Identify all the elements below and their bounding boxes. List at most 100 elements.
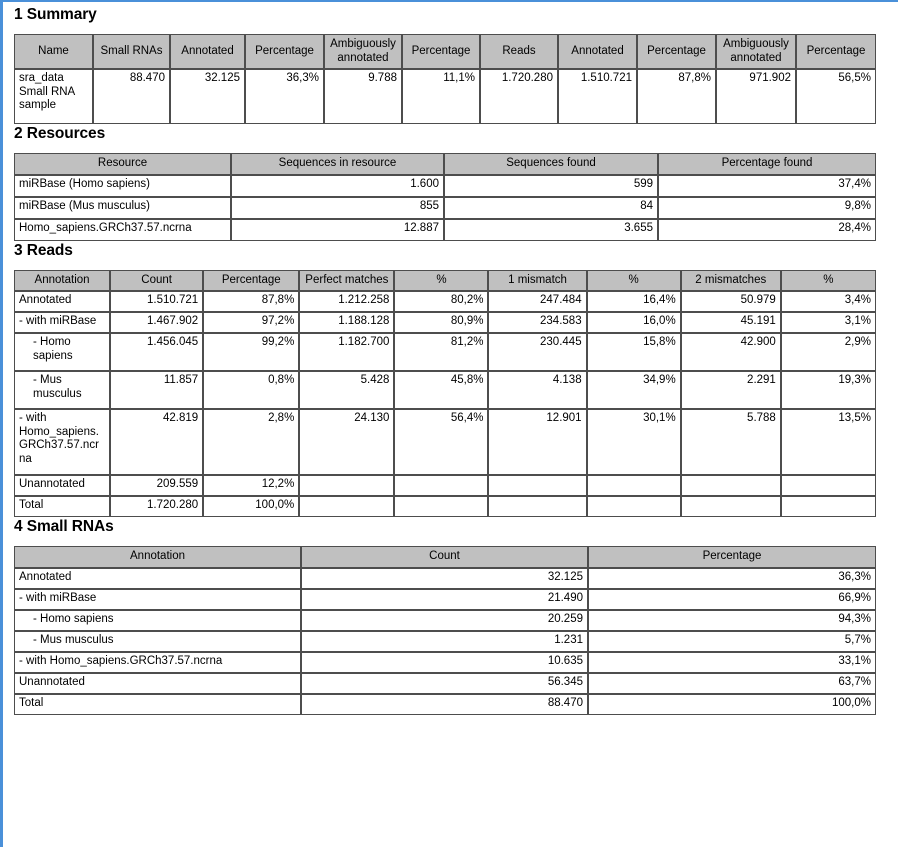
table-row: - with miRBase 1.467.902 97,2% 1.188.128 80,… bbox=[14, 312, 876, 333]
table-row: - with miRBase 21.490 66,9% bbox=[14, 588, 876, 610]
reads-cell-perfect-matches: 1.212.258 bbox=[299, 291, 395, 312]
summary-col-reads-percentage-2: Percentage bbox=[796, 34, 876, 69]
small-rnas-cell-percentage: 100,0% bbox=[588, 693, 876, 715]
table-row: Unannotated 56.345 63,7% bbox=[14, 672, 876, 694]
summary-cell-small-rnas: 88.470 bbox=[93, 69, 170, 124]
reads-col-perfect-matches: Perfect matches bbox=[299, 269, 395, 291]
small-rnas-cell-percentage: 94,3% bbox=[588, 609, 876, 631]
small-rnas-cell-count: 1.231 bbox=[301, 630, 588, 652]
reads-cell-one-mismatch: 230.445 bbox=[488, 333, 587, 371]
reads-cell-percentage: 97,2% bbox=[203, 312, 300, 333]
summary-cell-reads-ambiguously-annotated: 971.902 bbox=[716, 69, 796, 124]
resources-col-resource: Resource bbox=[14, 153, 231, 175]
table-row: - with Homo_sapiens.GRCh37.57.ncrna 10.63… bbox=[14, 651, 876, 673]
reads-col-one-pct: % bbox=[586, 269, 681, 291]
resources-cell-percentage-found: 37,4% bbox=[658, 174, 876, 197]
reads-cell-perfect-pct: 80,2% bbox=[394, 291, 489, 312]
section-heading-resources: 2 Resources bbox=[14, 125, 106, 142]
small-rnas-table-head: Annotation Count Percentage bbox=[14, 546, 876, 568]
table-row: - Homo sapiens 20.259 94,3% bbox=[14, 609, 876, 631]
reads-cell-perfect-pct bbox=[394, 496, 489, 517]
summary-cell-reads-percentage-2: 56,5% bbox=[796, 69, 876, 124]
reads-cell-two-pct: 3,4% bbox=[780, 291, 876, 312]
table-row: - Mus musculus 11.857 0,8% 5.428 45,8% 4.138 3… bbox=[14, 371, 876, 409]
summary-col-small-rnas: Small RNAs bbox=[93, 34, 170, 69]
resources-cell-sequences-found: 3.655 bbox=[444, 218, 658, 241]
summary-cell-percentage-2: 11,1% bbox=[402, 69, 480, 124]
reads-cell-perfect-matches bbox=[299, 475, 395, 496]
resources-cell-sequences-in-resource: 12.887 bbox=[231, 218, 444, 241]
small-rnas-table-body: Annotated 32.125 36,3% - with miRBase 21.490… bbox=[14, 567, 876, 715]
summary-cell-annotated: 32.125 bbox=[170, 69, 245, 124]
summary-col-percentage-2: Percentage bbox=[402, 34, 480, 69]
reads-cell-two-pct: 2,9% bbox=[780, 333, 876, 371]
summary-cell-name: sra_data Small RNA sample bbox=[14, 69, 93, 124]
reads-cell-one-pct: 30,1% bbox=[586, 409, 681, 475]
summary-col-annotated: Annotated bbox=[170, 34, 245, 69]
summary-cell-ambiguously-annotated: 9.788 bbox=[324, 69, 402, 124]
reads-cell-perfect-pct: 80,9% bbox=[394, 312, 489, 333]
table-row: Unannotated 209.559 12,2% bbox=[14, 475, 876, 496]
reads-cell-annotation: - Mus musculus bbox=[14, 371, 111, 409]
table-row: - Homo sapiens 1.456.045 99,2% 1.182.700 81,… bbox=[14, 333, 876, 371]
section-heading-reads: 3 Reads bbox=[14, 241, 73, 259]
section-heading-summary: 1 Summary bbox=[14, 6, 97, 23]
small-rnas-header-row: Annotation Count Percentage bbox=[14, 546, 876, 568]
report-viewport: 1 Summary Name Small RNAs Annotated Perc… bbox=[0, 0, 898, 847]
table-row: miRBase (Mus musculus) 855 84 9,8% bbox=[14, 196, 876, 219]
reads-cell-annotation: - Homo sapiens bbox=[14, 333, 111, 371]
reads-cell-percentage: 0,8% bbox=[203, 371, 300, 409]
small-rnas-col-annotation: Annotation bbox=[14, 546, 301, 568]
small-rnas-cell-percentage: 5,7% bbox=[588, 630, 876, 652]
summary-cell-reads-annotated: 1.510.721 bbox=[558, 69, 637, 124]
reads-cell-count: 1.467.902 bbox=[110, 312, 204, 333]
reads-cell-count: 1.720.280 bbox=[110, 496, 204, 517]
reads-cell-annotation: - with miRBase bbox=[14, 312, 111, 333]
small-rnas-cell-annotation: Total bbox=[14, 693, 301, 715]
summary-col-reads: Reads bbox=[480, 34, 558, 69]
small-rnas-cell-count: 56.345 bbox=[301, 672, 588, 694]
small-rnas-cell-count: 10.635 bbox=[301, 651, 588, 673]
resources-cell-resource: miRBase (Homo sapiens) bbox=[14, 174, 231, 197]
reads-cell-count: 1.510.721 bbox=[110, 291, 204, 312]
small-rnas-cell-annotation: - Homo sapiens bbox=[14, 609, 301, 631]
reads-cell-two-mismatches: 5.788 bbox=[680, 409, 781, 475]
summary-col-reads-percentage: Percentage bbox=[637, 34, 716, 69]
reads-cell-two-pct: 19,3% bbox=[780, 371, 876, 409]
table-row: miRBase (Homo sapiens) 1.600 599 37,4% bbox=[14, 174, 876, 197]
resources-cell-sequences-in-resource: 855 bbox=[231, 196, 444, 219]
reads-cell-perfect-pct: 45,8% bbox=[394, 371, 489, 409]
small-rnas-col-count: Count bbox=[301, 546, 588, 568]
reads-col-two-pct: % bbox=[780, 269, 876, 291]
reads-cell-percentage: 100,0% bbox=[203, 496, 300, 517]
reads-col-one-mismatch: 1 mismatch bbox=[488, 269, 587, 291]
summary-col-reads-annotated: Annotated bbox=[558, 34, 637, 69]
reads-cell-two-pct bbox=[780, 496, 876, 517]
resources-table-head: Resource Sequences in resource Sequences… bbox=[14, 153, 876, 175]
summary-table-body: sra_data Small RNA sample 88.470 32.125 … bbox=[14, 69, 876, 124]
section-heading-small-rnas: 4 Small RNAs bbox=[14, 518, 114, 535]
summary-table-head: Name Small RNAs Annotated Percentage Amb… bbox=[14, 34, 876, 69]
resources-cell-percentage-found: 28,4% bbox=[658, 218, 876, 241]
table-row: sra_data Small RNA sample 88.470 32.125 … bbox=[14, 69, 876, 124]
reads-cell-one-pct bbox=[586, 496, 681, 517]
small-rnas-col-percentage: Percentage bbox=[588, 546, 876, 568]
table-row: Total 88.470 100,0% bbox=[14, 693, 876, 715]
reads-cell-one-mismatch: 4.138 bbox=[488, 371, 587, 409]
small-rnas-cell-count: 20.259 bbox=[301, 609, 588, 631]
reads-table: Annotation Count Percentage Perfect matc… bbox=[14, 269, 876, 517]
report-content: 1 Summary Name Small RNAs Annotated Perc… bbox=[3, 2, 898, 715]
summary-col-percentage: Percentage bbox=[245, 34, 324, 69]
summary-header-row: Name Small RNAs Annotated Percentage Amb… bbox=[14, 34, 876, 69]
reads-cell-one-pct: 15,8% bbox=[586, 333, 681, 371]
reads-cell-two-mismatches: 42.900 bbox=[680, 333, 781, 371]
summary-col-ambiguously-annotated: Ambiguously annotated bbox=[324, 34, 402, 69]
small-rnas-cell-percentage: 63,7% bbox=[588, 672, 876, 694]
small-rnas-cell-count: 88.470 bbox=[301, 693, 588, 715]
resources-col-sequences-in-resource: Sequences in resource bbox=[231, 153, 444, 175]
summary-cell-reads-percentage: 87,8% bbox=[637, 69, 716, 124]
reads-cell-percentage: 87,8% bbox=[203, 291, 300, 312]
reads-cell-annotation: Unannotated bbox=[14, 475, 111, 496]
resources-cell-resource: miRBase (Mus musculus) bbox=[14, 196, 231, 219]
resources-table: Resource Sequences in resource Sequences… bbox=[14, 153, 876, 241]
